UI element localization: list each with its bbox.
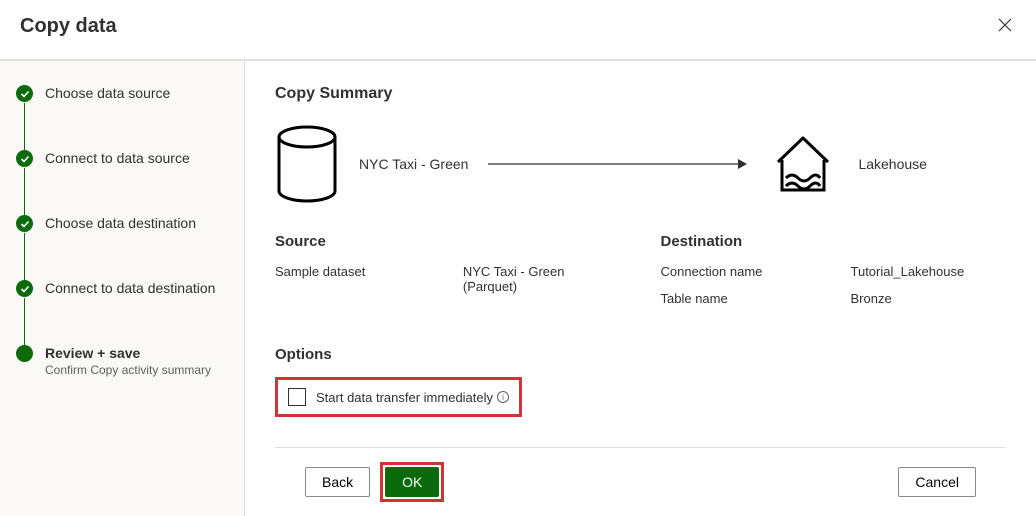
wizard-sidebar: Choose data source Connect to data sourc… (0, 61, 245, 516)
close-icon[interactable] (994, 12, 1016, 41)
current-step-icon (16, 345, 33, 362)
start-immediately-option: Start data transfer immediately i (275, 377, 522, 417)
arrow-right-icon (488, 158, 748, 170)
cancel-button[interactable]: Cancel (898, 467, 976, 497)
detail-value: NYC Taxi - Green (Parquet) (463, 264, 621, 294)
source-section-title: Source (275, 233, 621, 250)
step-review-save[interactable]: Review + save Confirm Copy activity summ… (16, 345, 228, 377)
info-icon[interactable]: i (497, 391, 509, 403)
detail-row: Table name Bronze (661, 291, 1007, 306)
step-sub-label: Confirm Copy activity summary (45, 363, 211, 377)
dialog-footer: Back OK Cancel (275, 447, 1006, 516)
detail-value: Tutorial_Lakehouse (851, 264, 965, 279)
check-icon (16, 85, 33, 102)
ok-highlight: OK (380, 462, 444, 502)
options-title: Options (275, 346, 1006, 363)
summary-title: Copy Summary (275, 85, 1006, 103)
check-icon (16, 215, 33, 232)
lakehouse-icon (768, 132, 838, 196)
step-list: Choose data source Connect to data sourc… (16, 85, 228, 377)
destination-section-title: Destination (661, 233, 1007, 250)
ok-button[interactable]: OK (385, 467, 439, 497)
step-connect-data-destination[interactable]: Connect to data destination (16, 280, 228, 345)
step-label: Review + save (45, 345, 211, 361)
destination-details: Destination Connection name Tutorial_Lak… (661, 233, 1007, 318)
step-connect-data-source[interactable]: Connect to data source (16, 150, 228, 215)
step-label: Choose data source (45, 85, 170, 101)
source-details: Source Sample dataset NYC Taxi - Green (… (275, 233, 621, 318)
detail-label: Table name (661, 291, 851, 306)
dialog-title: Copy data (20, 15, 117, 38)
dialog-body: Choose data source Connect to data sourc… (0, 61, 1036, 516)
step-label: Connect to data source (45, 150, 190, 166)
start-immediately-checkbox[interactable] (288, 388, 306, 406)
step-choose-data-destination[interactable]: Choose data destination (16, 215, 228, 280)
destination-name: Lakehouse (858, 156, 927, 172)
datastore-icon (275, 125, 339, 203)
flow-diagram: NYC Taxi - Green Lakehouse (275, 125, 1006, 203)
detail-label: Connection name (661, 264, 851, 279)
detail-label: Sample dataset (275, 264, 463, 294)
step-label: Choose data destination (45, 215, 196, 231)
detail-value: Bronze (851, 291, 892, 306)
step-label: Connect to data destination (45, 280, 215, 296)
detail-row: Sample dataset NYC Taxi - Green (Parquet… (275, 264, 621, 294)
main-panel: Copy Summary NYC Taxi - Green (245, 61, 1036, 516)
back-button[interactable]: Back (305, 467, 370, 497)
start-immediately-label: Start data transfer immediately i (316, 390, 509, 405)
check-icon (16, 150, 33, 167)
dialog-header: Copy data (0, 0, 1036, 61)
copy-data-dialog: Copy data Choose data source Connect to … (0, 0, 1036, 516)
check-icon (16, 280, 33, 297)
details-grid: Source Sample dataset NYC Taxi - Green (… (275, 233, 1006, 318)
step-choose-data-source[interactable]: Choose data source (16, 85, 228, 150)
detail-row: Connection name Tutorial_Lakehouse (661, 264, 1007, 279)
source-name: NYC Taxi - Green (359, 156, 468, 172)
